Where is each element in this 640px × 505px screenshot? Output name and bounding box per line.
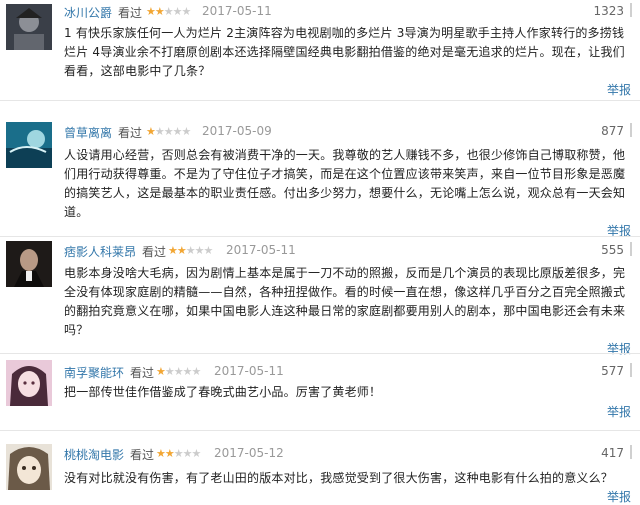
review-date: 2017-05-11 bbox=[214, 364, 284, 378]
report-link[interactable]: 举报 bbox=[607, 488, 631, 505]
review-date: 2017-05-12 bbox=[214, 446, 284, 460]
user-avatar[interactable] bbox=[6, 241, 52, 287]
review-item: 桃桃淘电影 看过 ★★★★★ 2017-05-12 417 没有对比就没有伤害，… bbox=[0, 438, 640, 504]
vote-divider bbox=[630, 242, 632, 256]
vote-divider bbox=[630, 363, 632, 377]
divider bbox=[0, 100, 640, 101]
rating-stars: ★★★★★ bbox=[156, 365, 201, 378]
watched-label: 看过 bbox=[130, 448, 155, 462]
review-item: 冰川公爵 看过 ★★★★★ 2017-05-11 1323 1 有快乐家族任何一… bbox=[0, 0, 640, 98]
rating-stars: ★★★★★ bbox=[146, 5, 191, 18]
useful-votes: 577 bbox=[601, 364, 624, 378]
rating-stars: ★★★★★ bbox=[156, 447, 201, 460]
vote-divider bbox=[630, 123, 632, 137]
username-link[interactable]: 曾草离离 bbox=[64, 124, 112, 141]
user-avatar[interactable] bbox=[6, 122, 52, 168]
report-link[interactable]: 举报 bbox=[607, 81, 631, 98]
review-date: 2017-05-09 bbox=[202, 124, 272, 138]
divider bbox=[0, 353, 640, 354]
divider bbox=[0, 430, 640, 431]
useful-votes: 877 bbox=[601, 124, 624, 138]
rating-stars: ★★★★★ bbox=[168, 244, 213, 257]
report-link[interactable]: 举报 bbox=[607, 340, 631, 357]
review-item: 痞影人科莱昂 看过 ★★★★★ 2017-05-11 555 电影本身没啥大毛病… bbox=[0, 237, 640, 356]
username-link[interactable]: 南孚聚能环 bbox=[64, 364, 124, 381]
useful-votes: 417 bbox=[601, 446, 624, 460]
vote-divider bbox=[630, 445, 632, 459]
useful-votes: 1323 bbox=[593, 4, 624, 18]
review-date: 2017-05-11 bbox=[226, 243, 296, 257]
review-date: 2017-05-11 bbox=[202, 4, 272, 18]
username-link[interactable]: 桃桃淘电影 bbox=[64, 446, 124, 463]
watched-label: 看过 bbox=[118, 126, 143, 140]
useful-votes: 555 bbox=[601, 243, 624, 257]
username-link[interactable]: 痞影人科莱昂 bbox=[64, 243, 136, 260]
review-text: 把一部传世佳作借鉴成了春晚式曲艺小品。厉害了黄老师！ bbox=[64, 385, 382, 399]
review-item: 南孚聚能环 看过 ★★★★★ 2017-05-11 577 把一部传世佳作借鉴成… bbox=[0, 356, 640, 419]
review-text: 人设请用心经营，否则总会有被消费干净的一天。我尊敬的艺人赚钱不多，也很少修饰自己… bbox=[64, 148, 626, 219]
user-avatar[interactable] bbox=[6, 4, 52, 50]
review-text: 电影本身没啥大毛病，因为剧情上基本是属于一刀不动的照搬，反而是几个演员的表现比原… bbox=[64, 266, 626, 337]
watched-label: 看过 bbox=[142, 245, 167, 259]
watched-label: 看过 bbox=[118, 6, 143, 20]
user-avatar[interactable] bbox=[6, 360, 52, 406]
user-avatar[interactable] bbox=[6, 444, 52, 490]
watched-label: 看过 bbox=[130, 366, 155, 380]
username-link[interactable]: 冰川公爵 bbox=[64, 4, 112, 21]
review-text: 1 有快乐家族任何一人为烂片 2主演阵容为电视剧咖的多烂片 3导演为明星歌手主持… bbox=[64, 26, 625, 78]
rating-stars: ★★★★★ bbox=[146, 125, 191, 138]
vote-divider bbox=[630, 3, 632, 17]
report-link[interactable]: 举报 bbox=[607, 403, 631, 420]
review-item: 曾草离离 看过 ★★★★★ 2017-05-09 877 人设请用心经营，否则总… bbox=[0, 118, 640, 238]
review-text: 没有对比就没有伤害，有了老山田的版本对比，我感觉受到了很大伤害，这种电影有什么拍… bbox=[64, 471, 614, 485]
